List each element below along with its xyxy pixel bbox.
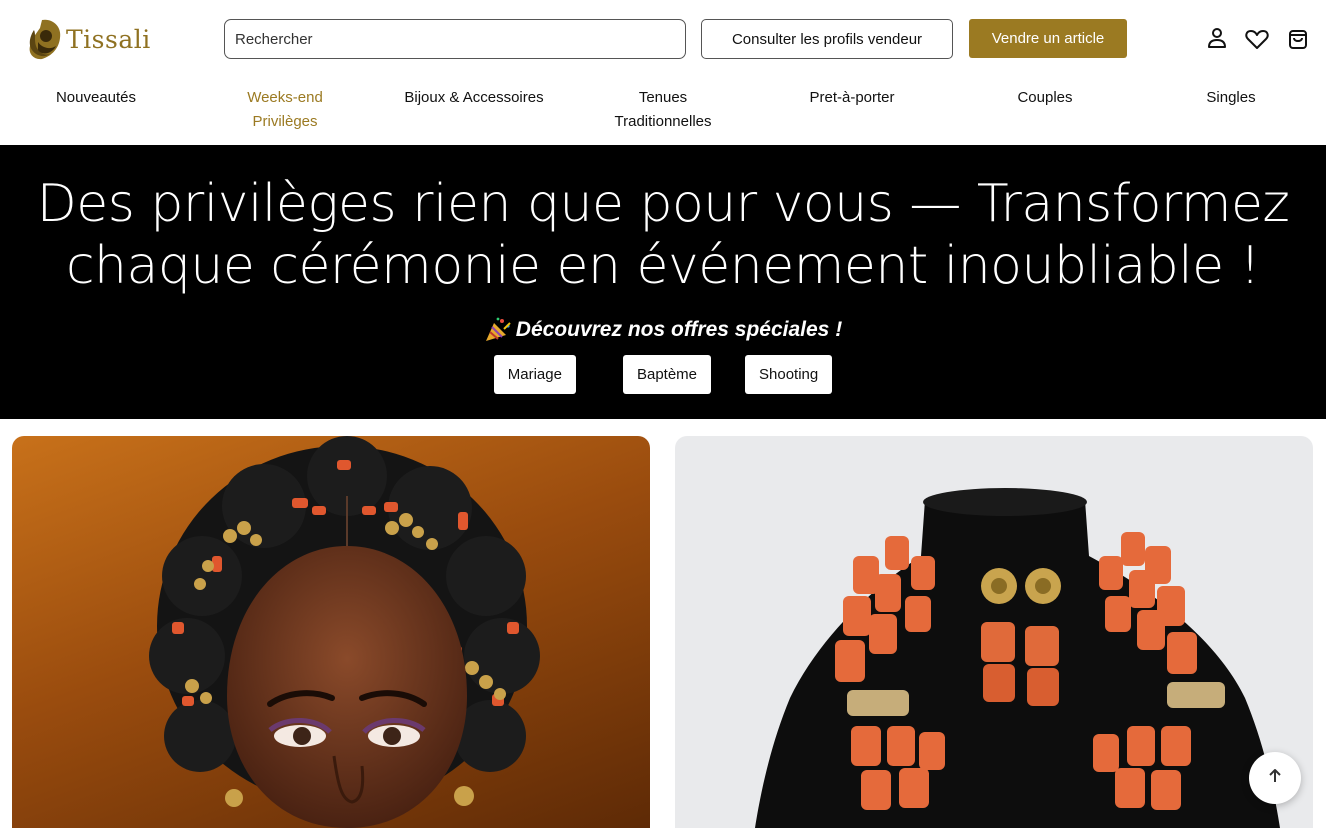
sell-item-button[interactable]: Vendre un article xyxy=(969,19,1127,58)
search-input[interactable] xyxy=(224,19,686,59)
nav-item-bijoux-accessoires[interactable]: Bijoux & Accessoires xyxy=(386,86,562,110)
hero-title-line-1: Des privilèges rien que pour vous — Tran… xyxy=(36,174,1290,234)
nav-item-singles[interactable]: Singles xyxy=(1196,86,1266,110)
party-popper-icon xyxy=(484,317,512,343)
mariage-button[interactable]: Mariage xyxy=(493,355,576,394)
bapteme-button[interactable]: Baptème xyxy=(622,355,712,394)
logo-mark-icon xyxy=(22,16,66,62)
nav-item-tenues-traditionnelles[interactable]: Tenues Traditionnelles xyxy=(600,86,726,134)
product-card-bride[interactable] xyxy=(12,436,650,828)
scroll-to-top-button[interactable] xyxy=(1249,752,1301,804)
hero-title: Des privilèges rien que pour vous — Tran… xyxy=(0,173,1326,297)
hero-subtitle: Découvrez nos offres spéciales ! xyxy=(0,317,1326,343)
brand-name: Tissali xyxy=(66,24,151,54)
arrow-up-icon xyxy=(1267,768,1283,789)
user-icon[interactable] xyxy=(1204,26,1230,52)
bride-coral-hairstyle-photo xyxy=(149,436,540,828)
nav-item-weeks-end-privileges[interactable]: Weeks-end Privilèges xyxy=(234,86,336,134)
heart-icon[interactable] xyxy=(1244,26,1270,52)
hero-title-line-2: chaque cérémonie en événement inoubliabl… xyxy=(65,236,1261,296)
nav-item-pret-a-porter[interactable]: Pret-à-porter xyxy=(790,86,914,110)
nav-item-nouveautes[interactable]: Nouveautés xyxy=(48,86,144,110)
hero-button-group: Mariage Baptème Shooting xyxy=(0,355,1326,394)
category-nav: Nouveautés Weeks-end Privilèges Bijoux &… xyxy=(0,86,1326,142)
hero-banner: Des privilèges rien que pour vous — Tran… xyxy=(0,145,1326,419)
brand-logo[interactable]: Tissali xyxy=(22,14,151,64)
site-header: Tissali Consulter les profils vendeur Ve… xyxy=(0,0,1326,80)
nav-item-couples[interactable]: Couples xyxy=(1005,86,1085,110)
shooting-button[interactable]: Shooting xyxy=(745,355,833,394)
seller-profiles-button[interactable]: Consulter les profils vendeur xyxy=(701,19,953,59)
product-card-necklace[interactable] xyxy=(675,436,1313,828)
coral-bead-necklace-earrings-photo xyxy=(755,488,1280,828)
shopping-bag-icon[interactable] xyxy=(1285,26,1311,52)
hero-subtitle-text: Découvrez nos offres spéciales ! xyxy=(515,318,843,341)
